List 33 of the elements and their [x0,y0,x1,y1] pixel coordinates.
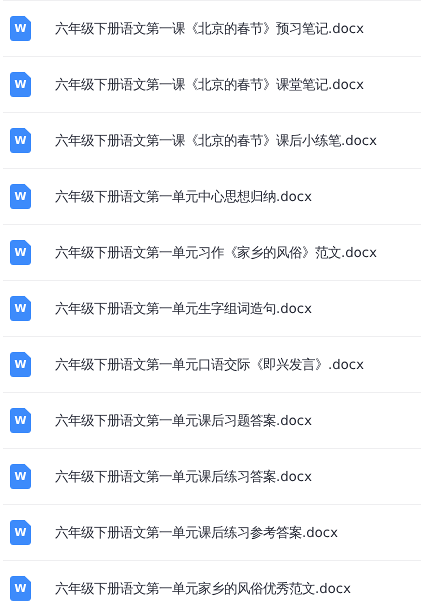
file-row[interactable]: W 六年级下册语文第一单元课后习题答案.docx [3,392,421,448]
file-row[interactable]: W 六年级下册语文第一单元课后练习参考答案.docx [3,504,421,560]
file-row[interactable]: W 六年级下册语文第一单元习作《家乡的风俗》范文.docx [3,224,421,280]
document-icon: W [10,464,31,489]
file-row[interactable]: W 六年级下册语文第一单元口语交际《即兴发言》.docx [3,336,421,392]
document-icon: W [10,16,31,41]
file-name: 六年级下册语文第一单元习作《家乡的风俗》范文.docx [55,244,377,262]
document-icon: W [10,576,31,601]
document-icon: W [10,184,31,209]
file-name: 六年级下册语文第一单元课后练习答案.docx [55,468,312,486]
file-row[interactable]: W 六年级下册语文第一单元中心思想归纳.docx [3,168,421,224]
file-name: 六年级下册语文第一单元家乡的风俗优秀范文.docx [55,580,351,598]
file-name: 六年级下册语文第一单元生字组词造句.docx [55,300,312,318]
document-icon: W [10,296,31,321]
file-row[interactable]: W 六年级下册语文第一单元课后练习答案.docx [3,448,421,504]
file-name: 六年级下册语文第一课《北京的春节》预习笔记.docx [55,20,364,38]
file-row[interactable]: W 六年级下册语文第一课《北京的春节》课后小练笔.docx [3,112,421,168]
document-icon: W [10,128,31,153]
file-name: 六年级下册语文第一课《北京的春节》课后小练笔.docx [55,132,377,150]
document-icon: W [10,352,31,377]
file-name: 六年级下册语文第一单元中心思想归纳.docx [55,188,312,206]
document-icon: W [10,408,31,433]
file-name: 六年级下册语文第一单元课后习题答案.docx [55,412,312,430]
document-icon: W [10,520,31,545]
file-row[interactable]: W 六年级下册语文第一单元生字组词造句.docx [3,280,421,336]
file-name: 六年级下册语文第一单元课后练习参考答案.docx [55,524,338,542]
file-row[interactable]: W 六年级下册语文第一课《北京的春节》预习笔记.docx [3,0,421,56]
document-icon: W [10,240,31,265]
file-row[interactable]: W 六年级下册语文第一单元家乡的风俗优秀范文.docx [3,560,421,601]
document-icon: W [10,72,31,97]
file-name: 六年级下册语文第一课《北京的春节》课堂笔记.docx [55,76,364,94]
file-row[interactable]: W 六年级下册语文第一课《北京的春节》课堂笔记.docx [3,56,421,112]
file-name: 六年级下册语文第一单元口语交际《即兴发言》.docx [55,356,364,374]
